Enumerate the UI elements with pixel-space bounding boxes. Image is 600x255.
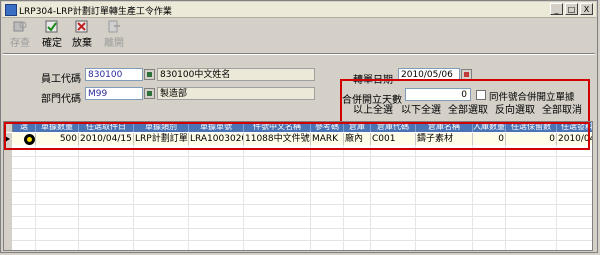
exit-button[interactable]: 離開 bbox=[99, 18, 129, 50]
maximize-button[interactable]: □ bbox=[565, 3, 578, 15]
toolbar-divider bbox=[3, 53, 595, 55]
grid-line bbox=[556, 145, 557, 250]
title-bar: LRP304-LRP計劃訂單轉生產工令作業 _ □ X bbox=[2, 2, 596, 18]
discard-icon bbox=[75, 20, 88, 33]
employee-code-field[interactable]: 830100 bbox=[85, 68, 143, 81]
cancel-all-button[interactable]: 全部取消 bbox=[542, 105, 582, 117]
merge-days-label: 合併開立天數 bbox=[342, 95, 402, 106]
dept-name-field: 製造部 bbox=[157, 87, 315, 100]
row-header-column bbox=[4, 145, 12, 250]
grid-line bbox=[133, 145, 134, 250]
discard-label: 放棄 bbox=[72, 38, 92, 49]
query-button[interactable]: 存查 bbox=[5, 18, 35, 50]
query-icon bbox=[13, 21, 27, 32]
select-all-button[interactable]: 全部選取 bbox=[448, 105, 488, 117]
app-window: LRP304-LRP計劃訂單轉生產工令作業 _ □ X 存查 確定 放棄 離開 … bbox=[0, 0, 598, 253]
toolbar: 存查 確定 放棄 離開 bbox=[3, 18, 595, 52]
select-above-button[interactable]: 以上全選 bbox=[353, 105, 393, 117]
grid-empty-rows bbox=[4, 145, 592, 250]
employee-name-field: 830100中文姓名 bbox=[157, 68, 315, 81]
confirm-label: 確定 bbox=[42, 38, 62, 49]
same-part-label: 同件號合併開立單據 bbox=[489, 92, 575, 103]
dept-label: 部門代碼 bbox=[41, 94, 81, 105]
close-button[interactable]: X bbox=[580, 3, 593, 15]
minimize-button[interactable]: _ bbox=[550, 3, 563, 15]
grid-line bbox=[505, 145, 506, 250]
employee-label: 員工代碼 bbox=[41, 74, 81, 85]
confirm-icon bbox=[45, 20, 58, 33]
grid-line bbox=[78, 145, 79, 250]
select-below-button[interactable]: 以下全選 bbox=[401, 105, 441, 117]
grid-line bbox=[310, 145, 311, 250]
merge-days-field[interactable]: 0 bbox=[405, 88, 471, 101]
window-controls: _ □ X bbox=[550, 3, 593, 15]
grid-line bbox=[243, 145, 244, 250]
grid-line bbox=[472, 145, 473, 250]
grid-line bbox=[343, 145, 344, 250]
grid-line bbox=[370, 145, 371, 250]
discard-button[interactable]: 放棄 bbox=[67, 18, 97, 50]
confirm-button[interactable]: 確定 bbox=[37, 18, 67, 50]
employee-lookup-icon[interactable] bbox=[144, 69, 155, 80]
grid-line bbox=[415, 145, 416, 250]
window-title: LRP304-LRP計劃訂單轉生產工令作業 bbox=[19, 7, 172, 17]
grid-line bbox=[35, 145, 36, 250]
query-label: 存查 bbox=[10, 38, 30, 49]
same-part-checkbox[interactable] bbox=[476, 90, 486, 100]
exit-label: 離開 bbox=[104, 38, 124, 49]
exit-icon bbox=[108, 20, 120, 33]
dept-code-field[interactable]: M99 bbox=[85, 87, 143, 100]
grid-line bbox=[188, 145, 189, 250]
invert-selection-button[interactable]: 反向選取 bbox=[495, 105, 535, 117]
row-highlight bbox=[4, 122, 590, 150]
dept-lookup-icon[interactable] bbox=[144, 88, 155, 99]
app-icon bbox=[5, 4, 17, 16]
